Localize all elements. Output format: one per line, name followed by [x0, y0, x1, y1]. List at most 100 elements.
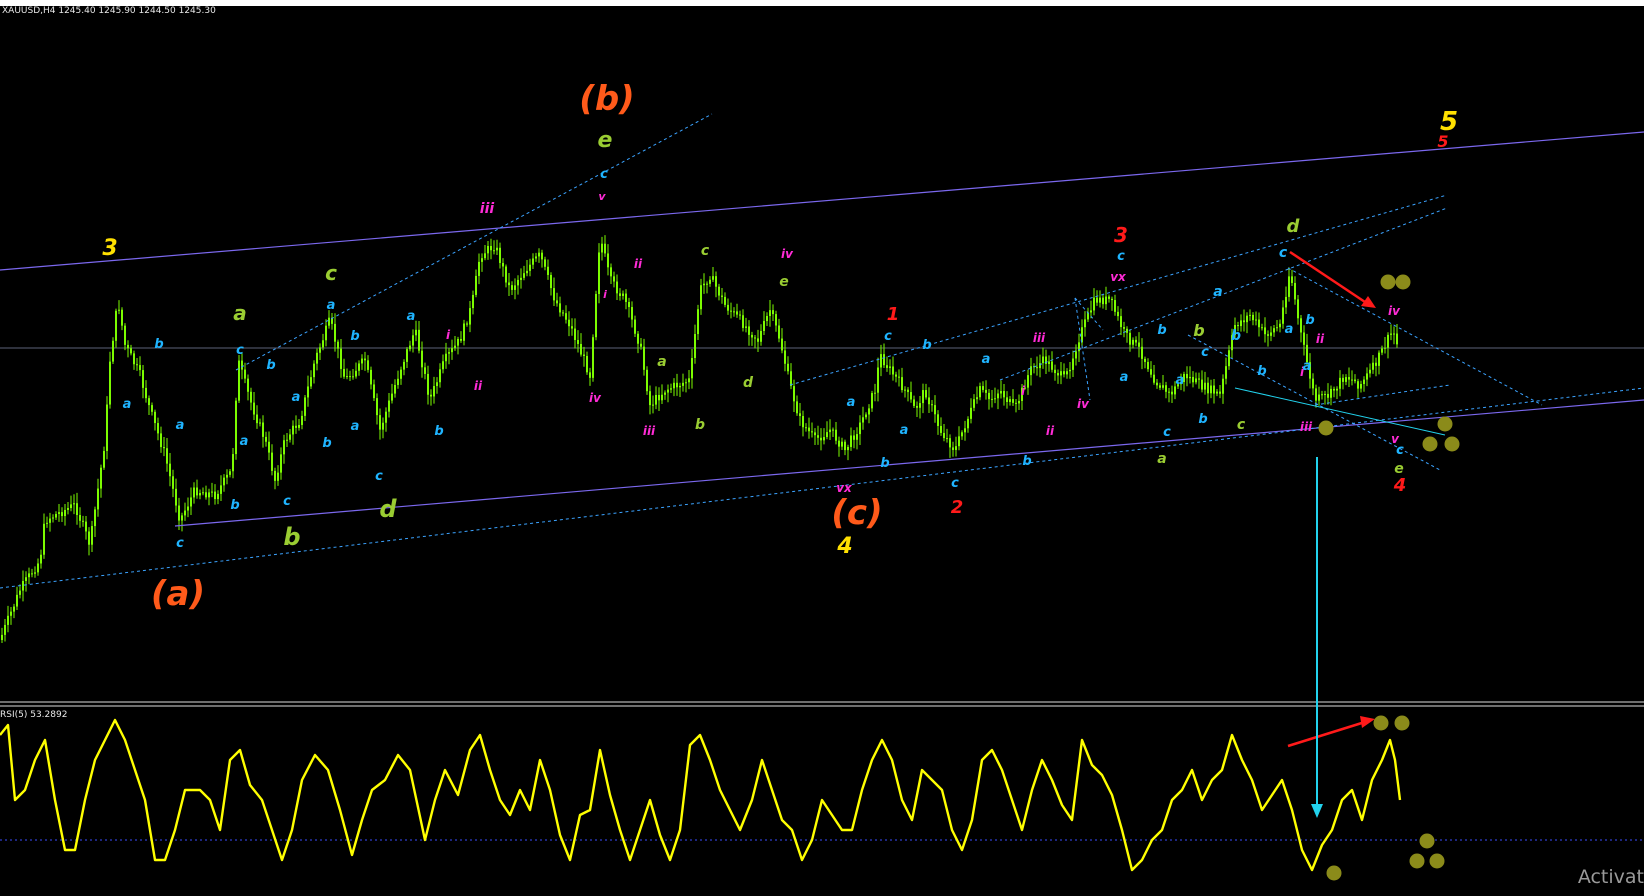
candle-body — [1048, 361, 1050, 364]
candle-body — [583, 354, 585, 356]
wave-label-minor: a — [847, 395, 856, 410]
candle-body — [490, 245, 492, 251]
candle-body — [715, 276, 717, 287]
candle-body — [736, 311, 738, 315]
candle-body — [955, 446, 957, 450]
candle-body — [250, 391, 252, 403]
candle-body — [577, 340, 579, 344]
candle-body — [433, 386, 435, 397]
candle-body — [916, 405, 918, 408]
candle-body — [532, 258, 534, 265]
candle-body — [1294, 282, 1296, 300]
candle-body — [358, 363, 360, 371]
candle-body — [277, 472, 279, 481]
candle-body — [367, 360, 369, 370]
candle-body — [1057, 373, 1059, 376]
candle-body — [691, 357, 693, 379]
candle-body — [937, 414, 939, 426]
candle-body — [304, 397, 306, 416]
candle-body — [871, 393, 873, 409]
candle-body — [1249, 314, 1251, 316]
candle-body — [886, 365, 888, 368]
candle-body — [601, 243, 603, 253]
candle-body — [148, 398, 150, 406]
candle-body — [1147, 361, 1149, 370]
candle-body — [166, 448, 168, 464]
candle-body — [964, 428, 966, 433]
wave-label-minor: a — [982, 352, 991, 367]
candle-body — [1390, 333, 1392, 335]
candle-body — [112, 340, 114, 362]
candle-body — [58, 512, 60, 515]
candle-body — [1360, 384, 1362, 389]
candle-body — [13, 606, 15, 612]
wave-label: c — [325, 261, 337, 285]
candle-body — [124, 325, 126, 345]
candle-body — [619, 293, 621, 296]
candle-body — [397, 378, 399, 385]
candle-body — [73, 503, 75, 505]
candle-body — [1006, 397, 1008, 402]
candle-body — [1108, 296, 1110, 299]
candle-body — [1003, 391, 1005, 398]
candle-body — [973, 399, 975, 408]
candle-body — [421, 350, 423, 368]
wave-label: iv — [1077, 397, 1090, 411]
cyan-arrow-head — [1311, 804, 1323, 818]
wave-label: 3 — [102, 236, 117, 261]
candle-body — [259, 422, 261, 424]
wave-label: a — [233, 301, 247, 325]
candle-body — [898, 376, 900, 378]
candle-body — [913, 399, 915, 406]
candle-body — [862, 417, 864, 423]
candle-body — [1153, 374, 1155, 383]
candle-body — [628, 301, 630, 308]
wave-label-minor: a — [1303, 359, 1312, 374]
wave-label: b — [695, 417, 705, 433]
candle-body — [298, 424, 300, 428]
candle-body — [361, 358, 363, 364]
wave-label: (c) — [831, 493, 882, 533]
candle-body — [1369, 369, 1371, 374]
candle-body — [1279, 323, 1281, 328]
candle-body — [313, 363, 315, 378]
candle-body — [172, 476, 174, 489]
candle-body — [586, 355, 588, 373]
candle-body — [91, 526, 93, 545]
wave-label: iii — [1300, 420, 1313, 434]
candle-body — [1354, 379, 1356, 382]
candle-body — [1246, 315, 1248, 323]
candle-body — [1225, 366, 1227, 379]
wave-label: iv — [1388, 304, 1401, 318]
wave-label: ii — [1316, 332, 1325, 346]
candle-body — [79, 515, 81, 521]
candle-body — [1252, 314, 1254, 321]
candle-body — [67, 508, 69, 510]
candle-body — [655, 394, 657, 405]
candle-body — [1276, 327, 1278, 329]
candle-body — [1336, 388, 1338, 391]
wave-label-minor: c — [884, 329, 892, 344]
candle-body — [193, 487, 195, 498]
candle-body — [127, 344, 129, 349]
candle-body — [724, 296, 726, 305]
wave-label-minor: b — [154, 337, 163, 352]
candle-body — [322, 340, 324, 348]
candle-body — [1372, 362, 1374, 370]
candle-body — [475, 275, 477, 295]
candle-body — [487, 245, 489, 254]
candle-body — [694, 334, 696, 358]
candle-body — [1117, 311, 1119, 317]
price-chart[interactable]: 3(b)e(a)(c)4553124abcdceabdbcadeiiiviiiv… — [0, 0, 1644, 896]
candle-body — [100, 467, 102, 489]
wave-label-minor: a — [240, 434, 249, 449]
wave-label-minor: a — [176, 418, 185, 433]
wave-label-minor: b — [922, 338, 931, 353]
candle-body — [709, 279, 711, 284]
candle-body — [865, 414, 867, 418]
candle-body — [496, 247, 498, 251]
candle-body — [97, 488, 99, 510]
wave-label-minor: b — [1022, 454, 1031, 469]
candle-body — [310, 377, 312, 387]
candle-body — [790, 371, 792, 387]
